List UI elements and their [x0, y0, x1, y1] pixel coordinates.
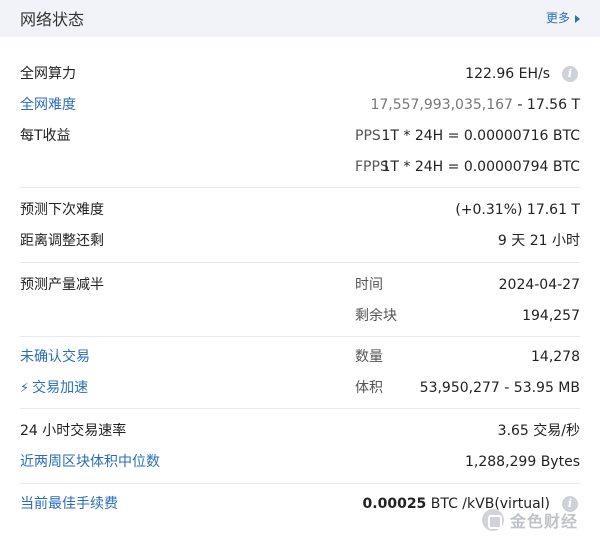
divider [20, 483, 580, 484]
next-difficulty-label: 预测下次难度 [20, 202, 104, 218]
halving-time-value: 2024-04-27 [498, 277, 580, 293]
chevron-right-icon [575, 14, 580, 23]
fpps-value: 1T * 24H = 0.00000794 BTC [381, 159, 580, 175]
divider [20, 336, 580, 337]
unconfirmed-link[interactable]: 未确认交易 [20, 345, 90, 369]
tx-rate-row: 24 小时交易速率 3.65 交易/秒 [20, 419, 580, 443]
pps-value: 1T * 24H = 0.00000716 BTC [381, 128, 580, 144]
difficulty-short: - 17.56 T [517, 97, 580, 113]
panel-title: 网络状态 [20, 10, 85, 29]
difficulty-link[interactable]: 全网难度 [20, 93, 76, 117]
panel-header: 网络状态 更多 [0, 0, 600, 37]
adjust-remaining-row: 距离调整还剩 9 天 21 小时 [20, 229, 580, 253]
watermark: 金色财经 [482, 507, 597, 533]
adjust-remaining-value: 9 天 21 小时 [497, 233, 580, 249]
fee-link[interactable]: 当前最佳手续费 [20, 492, 118, 516]
halving-blocks-row: 剩余块 194,257 [20, 304, 580, 328]
unconfirmed-size-value: 53,950,277 - 53.95 MB [419, 380, 580, 396]
halving-blocks-value: 194,257 [522, 308, 580, 324]
more-label: 更多 [545, 11, 570, 25]
accelerate-row: ⚡ 交易加速 体积 53,950,277 - 53.95 MB [20, 376, 580, 400]
halving-time-row: 预测产量减半 时间 2024-04-27 [20, 273, 580, 297]
unconfirmed-size-label: 体积 [355, 380, 383, 396]
divider [20, 408, 580, 409]
watermark-text: 金色财经 [510, 512, 579, 531]
pps-label: PPS [355, 128, 381, 144]
median-block-link[interactable]: 近两周区块体积中位数 [20, 450, 160, 474]
divider [20, 262, 580, 263]
earnings-pps-row: 每T收益 PPS 1T * 24H = 0.00000716 BTC [20, 124, 580, 148]
next-difficulty-value: (+0.31%) 17.61 T [455, 202, 580, 218]
hashrate-label: 全网算力 [20, 66, 76, 82]
earnings-label: 每T收益 [20, 128, 71, 144]
difficulty-value: 17,557,993,035,167 - 17.56 T [370, 93, 580, 117]
bolt-icon: ⚡ [20, 381, 30, 396]
accelerate-link[interactable]: ⚡ 交易加速 [20, 376, 88, 401]
difficulty-full: 17,557,993,035,167 [370, 97, 513, 113]
tx-rate-value: 3.65 交易/秒 [497, 423, 580, 439]
hashrate-value: 122.96 EH/s [465, 66, 550, 82]
accelerate-label: 交易加速 [32, 380, 89, 396]
halving-time-label: 时间 [355, 277, 383, 293]
unconfirmed-count-value: 14,278 [531, 349, 580, 365]
adjust-remaining-label: 距离调整还剩 [20, 233, 104, 249]
halving-label: 预测产量减半 [20, 277, 104, 293]
difficulty-row: 全网难度 17,557,993,035,167 - 17.56 T [20, 93, 580, 117]
earnings-fpps-row: FPPS 1T * 24H = 0.00000794 BTC [20, 155, 580, 179]
median-block-value: 1,288,299 Bytes [465, 454, 580, 470]
fee-value-bold: 0.00025 [362, 496, 427, 512]
unconfirmed-row: 未确认交易 数量 14,278 [20, 345, 580, 369]
median-block-row: 近两周区块体积中位数 1,288,299 Bytes [20, 450, 580, 474]
next-difficulty-row: 预测下次难度 (+0.31%) 17.61 T [20, 198, 580, 222]
hashrate-row: 全网算力 122.96 EH/s i [20, 62, 580, 86]
info-icon[interactable]: i [562, 66, 578, 82]
tx-rate-label: 24 小时交易速率 [20, 423, 127, 439]
more-link[interactable]: 更多 [546, 9, 580, 26]
unconfirmed-count-label: 数量 [355, 349, 383, 365]
divider [20, 187, 580, 188]
jinse-logo-icon [482, 509, 504, 531]
halving-blocks-label: 剩余块 [355, 308, 397, 324]
